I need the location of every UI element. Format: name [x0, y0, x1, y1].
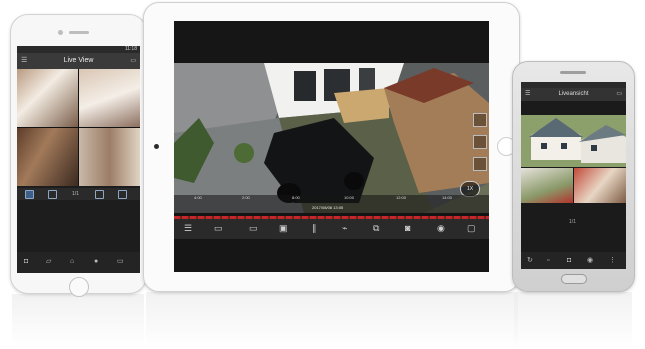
home-button[interactable] — [69, 277, 89, 297]
android-screen: ☰ Liveansicht ▭ 1/1 ↻ ▫ ◘ ◉ ⋮ — [521, 82, 626, 269]
camera-tile[interactable] — [79, 69, 140, 127]
camera-list-icon[interactable]: ▭ — [214, 224, 223, 233]
page-indicator: 1/1 — [72, 191, 79, 197]
camera-switch-icon[interactable]: ▭ — [130, 53, 136, 69]
playback-icon[interactable]: ↻ — [527, 257, 533, 265]
camera-view-thumb[interactable] — [574, 168, 626, 203]
record-icon[interactable]: ◉ — [437, 224, 445, 233]
menu-icon[interactable]: ☰ — [184, 224, 192, 233]
front-camera — [154, 144, 159, 149]
settings-icon[interactable]: ▭ — [117, 258, 124, 266]
earpiece-speaker — [560, 71, 586, 74]
ptz-icon[interactable]: ⌁ — [342, 224, 347, 233]
single-layout-icon[interactable] — [25, 190, 34, 199]
app-bar: ☰ Live View ▭ — [17, 53, 140, 69]
camera-switch-icon[interactable]: ▭ — [616, 88, 622, 101]
camera-grid — [17, 69, 140, 186]
clip-icon[interactable]: ⧉ — [373, 224, 379, 233]
time-tick: 8:00 — [292, 195, 300, 200]
home-button[interactable] — [561, 274, 587, 284]
front-camera — [58, 30, 63, 35]
time-tick: 10:00 — [344, 195, 355, 200]
page-title: Live View — [63, 57, 94, 64]
folder-icon[interactable]: ▱ — [46, 258, 51, 266]
video-icon[interactable]: ▭ — [249, 224, 258, 233]
side-control-2[interactable] — [473, 135, 487, 149]
speaker-icon[interactable]: ▣ — [279, 224, 288, 233]
menu-icon[interactable]: ☰ — [525, 88, 530, 101]
ipad-reflection — [146, 292, 518, 349]
bottom-toolbar: ↻ ▫ ◘ ◉ ⋮ — [521, 252, 626, 269]
iphone-device: 11:18 ☰ Live View ▭ 1/1 ◘ ▱ ⌂ ● ▭ — [10, 14, 147, 297]
status-time: 11:18 — [124, 46, 137, 52]
snapshot-icon[interactable]: ◙ — [405, 224, 410, 233]
house-scene — [521, 115, 626, 167]
camera-tile[interactable] — [17, 128, 78, 186]
pause-icon[interactable]: ∥ — [312, 224, 317, 233]
layout-bar: 1/1 — [17, 188, 140, 200]
fullscreen-icon[interactable]: ▢ — [467, 224, 476, 233]
android-device: ☰ Liveansicht ▭ 1/1 ↻ ▫ ◘ ◉ ⋮ — [512, 61, 635, 292]
time-tick: 2:00 — [242, 195, 250, 200]
camera-tile[interactable] — [17, 69, 78, 127]
time-tick: 12:00 — [396, 195, 407, 200]
page-title: Liveansicht — [558, 91, 589, 97]
time-tick: 4:00 — [194, 195, 202, 200]
user-icon[interactable]: ● — [94, 258, 98, 266]
bottom-toolbar: ◘ ▱ ⌂ ● ▭ — [17, 252, 140, 273]
timeline-date: 2017/08/08 13:05 — [312, 205, 344, 210]
layout-icon[interactable]: ▫ — [547, 257, 549, 265]
status-bar: 11:18 — [17, 46, 140, 53]
camera-view-thumb[interactable] — [521, 168, 573, 203]
camera-view-main[interactable] — [521, 115, 626, 167]
iphone-screen: 11:18 ☰ Live View ▭ 1/1 ◘ ▱ ⌂ ● ▭ — [17, 46, 140, 273]
surveillance-scene — [174, 63, 489, 213]
quad-layout-icon[interactable] — [48, 190, 57, 199]
ipad-device: 1X 2017/08/08 13:05 4:00 2:00 8:00 10:00… — [143, 2, 520, 292]
snapshot-icon[interactable]: ◘ — [24, 258, 28, 266]
iphone-reflection — [12, 294, 144, 348]
earpiece-speaker — [69, 31, 89, 34]
sixteen-layout-icon[interactable] — [118, 190, 127, 199]
more-icon[interactable]: ⋮ — [609, 257, 616, 265]
side-control-1[interactable] — [473, 113, 487, 127]
side-control-3[interactable] — [473, 157, 487, 171]
playback-toolbar: ☰ ▭ ▭ ▣ ∥ ⌁ ⧉ ◙ ◉ ▢ — [174, 219, 489, 239]
home-icon[interactable]: ⌂ — [70, 258, 74, 266]
ipad-screen: 1X 2017/08/08 13:05 4:00 2:00 8:00 10:00… — [174, 21, 489, 272]
time-tick: 14:00 — [442, 195, 453, 200]
menu-icon[interactable]: ☰ — [21, 53, 27, 69]
android-reflection — [514, 292, 632, 349]
snapshot-icon[interactable]: ◘ — [567, 257, 571, 265]
camera-view[interactable]: 1X — [174, 63, 489, 213]
page-indicator: 1/1 — [569, 219, 576, 225]
app-bar: ☰ Liveansicht ▭ — [521, 88, 626, 101]
camera-tile[interactable] — [79, 128, 140, 186]
record-icon[interactable]: ◉ — [587, 257, 593, 265]
nine-layout-icon[interactable] — [95, 190, 104, 199]
